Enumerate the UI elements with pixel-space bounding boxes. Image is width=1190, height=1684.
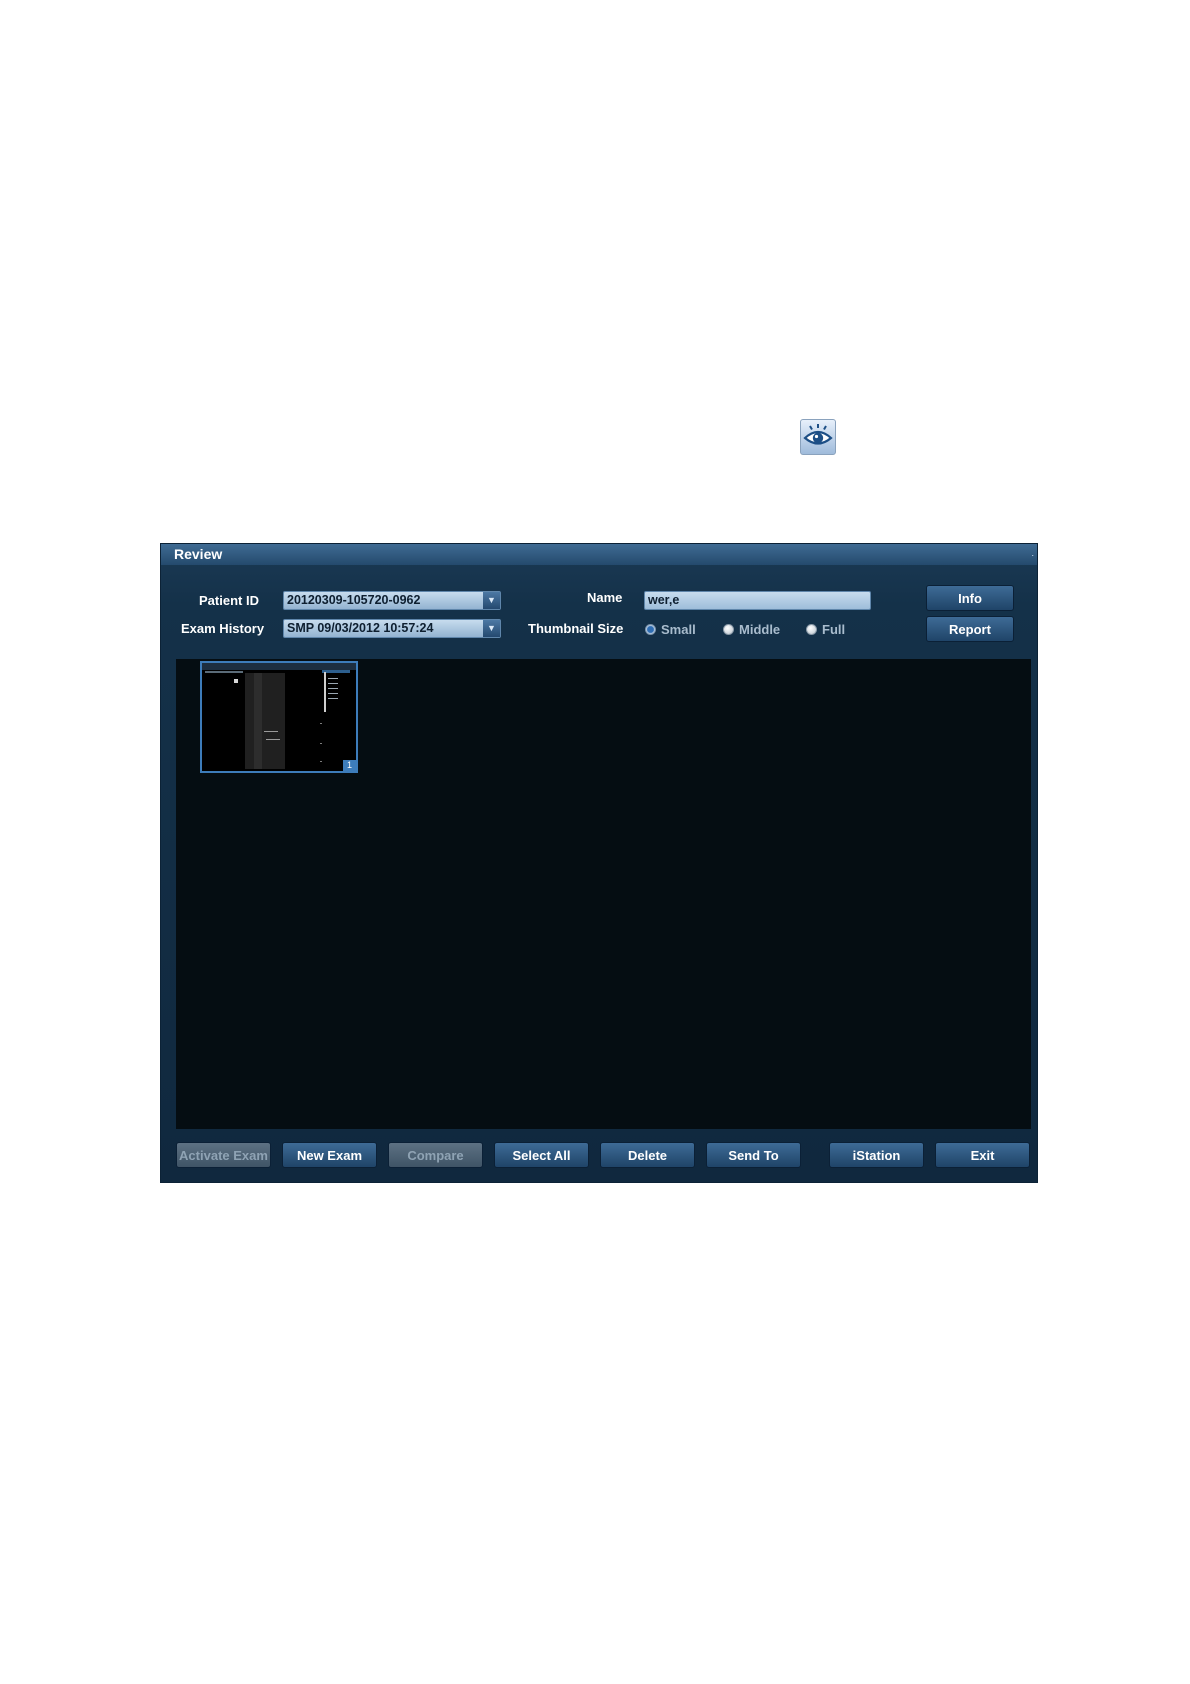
new-exam-button[interactable]: New Exam xyxy=(282,1142,377,1168)
radio-label-full: Full xyxy=(822,622,846,637)
thumbnail-detail xyxy=(328,693,338,694)
thumbnail-detail xyxy=(324,672,326,712)
thumbnail-scan-band xyxy=(254,673,262,769)
exam-history-select[interactable]: SMP 09/03/2012 10:57:24 ▼ xyxy=(283,619,501,638)
compare-button[interactable]: Compare xyxy=(388,1142,483,1168)
thumbnail-detail xyxy=(320,761,322,762)
thumbnail-scan-area xyxy=(245,673,285,769)
thumbnail-detail xyxy=(205,671,243,673)
review-eye-icon xyxy=(800,419,836,455)
exam-history-label: Exam History xyxy=(181,621,265,636)
exit-button[interactable]: Exit xyxy=(935,1142,1030,1168)
chevron-down-icon[interactable]: ▼ xyxy=(483,620,500,637)
thumbnail-detail xyxy=(328,688,338,689)
delete-button[interactable]: Delete xyxy=(600,1142,695,1168)
patient-id-label: Patient ID xyxy=(199,593,259,608)
titlebar-corner-mark: . xyxy=(1031,548,1034,558)
dialog-title: Review xyxy=(174,546,223,562)
radio-selected-icon xyxy=(645,624,656,635)
chevron-down-icon[interactable]: ▼ xyxy=(483,592,500,609)
radio-label-middle: Middle xyxy=(739,622,781,637)
exam-history-value: SMP 09/03/2012 10:57:24 xyxy=(287,621,434,635)
radio-unselected-icon xyxy=(806,624,817,635)
review-dialog: Review . Patient ID 20120309-105720-0962… xyxy=(160,543,1038,1183)
thumbnail-detail xyxy=(328,683,338,684)
istation-button[interactable]: iStation xyxy=(829,1142,924,1168)
thumbnail-detail xyxy=(322,670,350,673)
activate-exam-button[interactable]: Activate Exam xyxy=(176,1142,271,1168)
radio-unselected-icon xyxy=(723,624,734,635)
name-value: wer,e xyxy=(648,593,680,607)
patient-id-select[interactable]: 20120309-105720-0962 ▼ xyxy=(283,591,501,610)
thumbnail-size-label: Thumbnail Size xyxy=(528,621,624,636)
thumbnail-marker xyxy=(234,679,238,683)
name-field[interactable]: wer,e xyxy=(644,591,871,610)
thumbnail-size-full-radio[interactable]: Full xyxy=(806,622,845,637)
radio-label-small: Small xyxy=(661,622,696,637)
report-button[interactable]: Report xyxy=(926,616,1014,642)
thumbnail-size-small-radio[interactable]: Small xyxy=(645,622,696,637)
name-label: Name xyxy=(587,590,623,605)
thumbnail-index-badge: 1 xyxy=(343,760,356,771)
patient-id-value: 20120309-105720-0962 xyxy=(287,593,421,607)
thumbnail-detail xyxy=(320,743,322,744)
thumbnail-detail xyxy=(264,731,278,732)
info-button[interactable]: Info xyxy=(926,585,1014,611)
thumbnail-detail xyxy=(266,739,280,740)
select-all-button[interactable]: Select All xyxy=(494,1142,589,1168)
thumbnail-detail xyxy=(320,723,322,724)
thumbnail-detail xyxy=(328,698,338,699)
dialog-titlebar: Review . xyxy=(161,544,1037,565)
image-thumbnail[interactable]: 1 xyxy=(200,661,358,773)
thumbnail-size-middle-radio[interactable]: Middle xyxy=(723,622,780,637)
send-to-button[interactable]: Send To xyxy=(706,1142,801,1168)
thumbnail-header xyxy=(202,663,356,670)
thumbnail-view-area[interactable]: 1 xyxy=(176,659,1031,1129)
thumbnail-detail xyxy=(328,678,338,679)
